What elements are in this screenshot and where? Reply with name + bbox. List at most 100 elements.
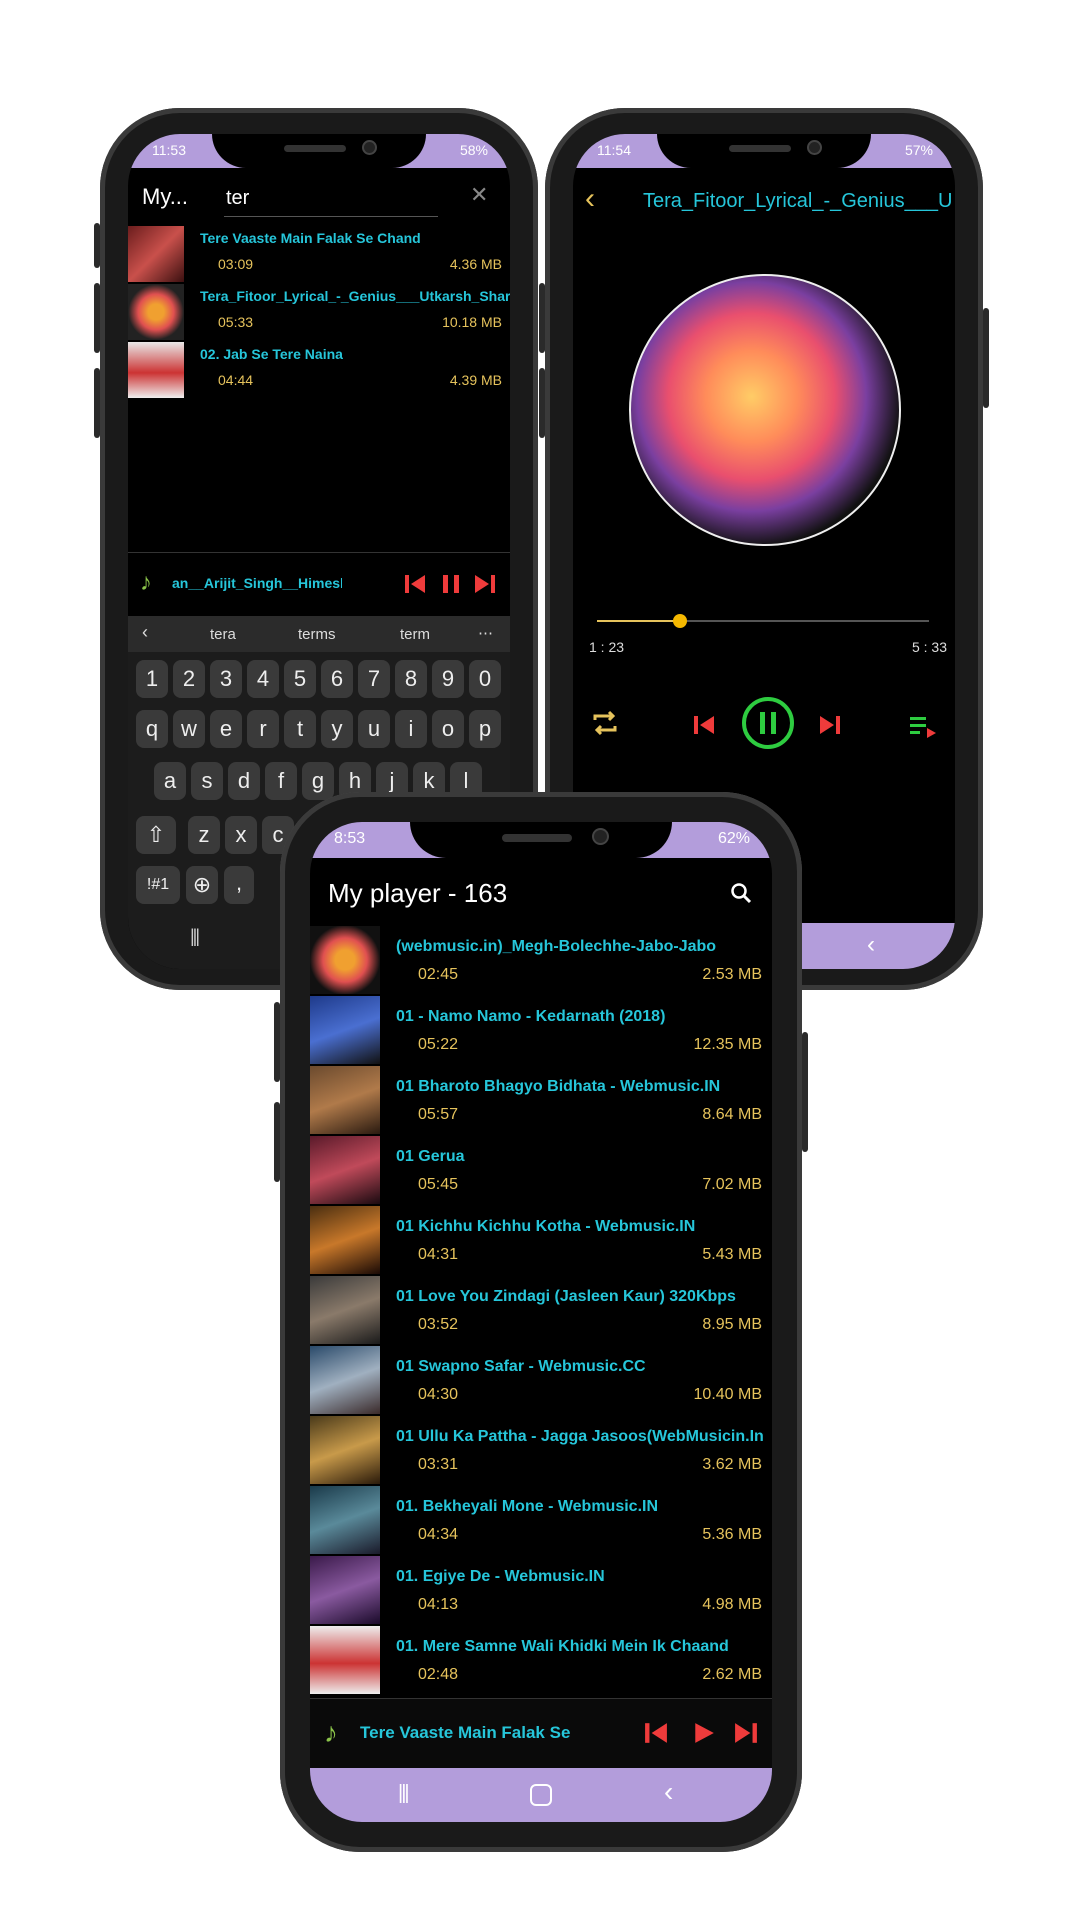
- play-icon[interactable]: [692, 1721, 716, 1745]
- song-duration: 02:48: [418, 1666, 459, 1683]
- pause-icon[interactable]: [741, 696, 795, 750]
- key[interactable]: s: [191, 762, 223, 800]
- previous-icon[interactable]: [644, 1721, 668, 1745]
- list-item[interactable]: 01 Ullu Ka Pattha - Jagga Jasoos(WebMusi…: [310, 1416, 772, 1486]
- song-duration: 04:30: [418, 1386, 459, 1403]
- key[interactable]: 4: [247, 660, 279, 698]
- list-item[interactable]: Tera_Fitoor_Lyrical_-_Genius___Utkarsh_S…: [128, 284, 510, 342]
- mini-player[interactable]: ♪ an__Arijit_Singh__Himesh_Resha: [128, 552, 510, 615]
- list-item[interactable]: 01. Egiye De - Webmusic.IN 04:13 4.98 MB: [310, 1556, 772, 1626]
- back-nav-icon[interactable]: ‹: [664, 1776, 673, 1808]
- previous-icon[interactable]: [693, 714, 715, 736]
- repeat-icon[interactable]: [591, 710, 619, 736]
- song-size: 10.18 MB: [442, 314, 502, 330]
- key[interactable]: x: [225, 816, 257, 854]
- volume-button: [94, 223, 100, 268]
- key[interactable]: z: [188, 816, 220, 854]
- list-item[interactable]: 01 - Namo Namo - Kedarnath (2018) 05:22 12…: [310, 996, 772, 1066]
- list-item[interactable]: 01 Love You Zindagi (Jasleen Kaur) 320Kb…: [310, 1276, 772, 1346]
- mini-player[interactable]: ♪ Tere Vaaste Main Falak Se Chand La: [310, 1698, 772, 1769]
- globe-icon[interactable]: ⊕: [186, 866, 218, 904]
- album-art: [310, 1066, 380, 1134]
- search-icon[interactable]: [730, 882, 752, 904]
- key[interactable]: 2: [173, 660, 205, 698]
- key[interactable]: o: [432, 710, 464, 748]
- back-nav-icon[interactable]: ‹: [867, 931, 875, 959]
- key[interactable]: p: [469, 710, 501, 748]
- back-icon[interactable]: ‹: [585, 182, 595, 216]
- close-icon[interactable]: ✕: [470, 182, 488, 208]
- now-playing-title: Tera_Fitoor_Lyrical_-_Genius___U: [643, 190, 953, 212]
- list-item[interactable]: 01 Kichhu Kichhu Kotha - Webmusic.IN 04:3…: [310, 1206, 772, 1276]
- volume-button: [539, 283, 545, 353]
- key[interactable]: t: [284, 710, 316, 748]
- list-item[interactable]: 01. Bekheyali Mone - Webmusic.IN 04:34 5.3…: [310, 1486, 772, 1556]
- suggestion[interactable]: terms: [298, 626, 336, 643]
- key[interactable]: 5: [284, 660, 316, 698]
- status-time: 8:53: [334, 830, 366, 847]
- queue-icon[interactable]: [909, 714, 937, 738]
- key[interactable]: 7: [358, 660, 390, 698]
- song-title: 01. Egiye De - Webmusic.IN: [396, 1568, 605, 1585]
- song-title: 01. Bekheyali Mone - Webmusic.IN: [396, 1498, 659, 1515]
- key[interactable]: u: [358, 710, 390, 748]
- list-item[interactable]: 01 Bharoto Bhagyo Bidhata - Webmusic.IN 0…: [310, 1066, 772, 1136]
- more-icon[interactable]: ⋯: [478, 624, 493, 642]
- song-duration: 05:57: [418, 1106, 459, 1123]
- key[interactable]: 3: [210, 660, 242, 698]
- next-icon[interactable]: [734, 1721, 758, 1745]
- key[interactable]: r: [247, 710, 279, 748]
- next-icon[interactable]: [474, 573, 496, 595]
- key[interactable]: w: [173, 710, 205, 748]
- song-duration: 05:45: [418, 1176, 459, 1193]
- home-nav-icon[interactable]: [530, 1784, 552, 1806]
- album-art: [310, 1276, 380, 1344]
- key[interactable]: q: [136, 710, 168, 748]
- key[interactable]: 9: [432, 660, 464, 698]
- recents-nav-icon[interactable]: |||: [398, 1782, 410, 1805]
- list-item[interactable]: (webmusic.in)_Megh-Bolechhe-Jabo-Jabo 02:…: [310, 926, 772, 996]
- volume-button: [274, 1102, 280, 1182]
- key[interactable]: 6: [321, 660, 353, 698]
- list-item[interactable]: 01 Gerua 05:45 7.02 MB: [310, 1136, 772, 1206]
- seek-thumb[interactable]: [673, 614, 687, 628]
- navigation-bar: ||| ‹: [310, 1768, 772, 1822]
- suggestion[interactable]: tera: [210, 626, 236, 643]
- mini-player-title: an__Arijit_Singh__Himesh_Resha: [172, 575, 342, 591]
- music-note-icon: ♪: [324, 1717, 338, 1748]
- back-icon[interactable]: ‹: [142, 622, 148, 643]
- next-icon[interactable]: [819, 714, 841, 736]
- key[interactable]: 0: [469, 660, 501, 698]
- key[interactable]: y: [321, 710, 353, 748]
- key[interactable]: g: [302, 762, 334, 800]
- seek-bar[interactable]: [597, 614, 929, 628]
- key[interactable]: 1: [136, 660, 168, 698]
- search-input[interactable]: [224, 180, 438, 217]
- list-item[interactable]: 02. Jab Se Tere Naina 04:44 4.39 MB: [128, 342, 510, 400]
- list-item[interactable]: Tere Vaaste Main Falak Se Chand 03:09 4.…: [128, 226, 510, 284]
- song-title: 02. Jab Se Tere Naina: [200, 346, 343, 362]
- list-item[interactable]: 01. Mere Samne Wali Khidki Mein Ik Chaan…: [310, 1626, 772, 1696]
- album-art: [310, 1626, 380, 1694]
- key[interactable]: 8: [395, 660, 427, 698]
- key[interactable]: i: [395, 710, 427, 748]
- power-button: [983, 308, 989, 408]
- pause-icon[interactable]: [440, 573, 462, 595]
- recents-nav-icon[interactable]: |||: [190, 926, 200, 947]
- comma-key[interactable]: ,: [224, 866, 254, 904]
- album-art: [310, 996, 380, 1064]
- shift-key[interactable]: ⇧: [136, 816, 176, 854]
- song-duration: 03:31: [418, 1456, 459, 1473]
- song-title: 01. Mere Samne Wali Khidki Mein Ik Chaan…: [396, 1638, 729, 1655]
- song-title: 01 Love You Zindagi (Jasleen Kaur) 320Kb…: [396, 1288, 736, 1305]
- key[interactable]: d: [228, 762, 260, 800]
- previous-icon[interactable]: [404, 573, 426, 595]
- key[interactable]: a: [154, 762, 186, 800]
- key[interactable]: f: [265, 762, 297, 800]
- suggestion[interactable]: term: [400, 626, 430, 643]
- symbols-key[interactable]: !#1: [136, 866, 180, 904]
- album-art: [310, 1206, 380, 1274]
- key[interactable]: e: [210, 710, 242, 748]
- list-item[interactable]: 01 Swapno Safar - Webmusic.CC 04:30 10.40 …: [310, 1346, 772, 1416]
- song-size: 12.35 MB: [693, 1036, 762, 1053]
